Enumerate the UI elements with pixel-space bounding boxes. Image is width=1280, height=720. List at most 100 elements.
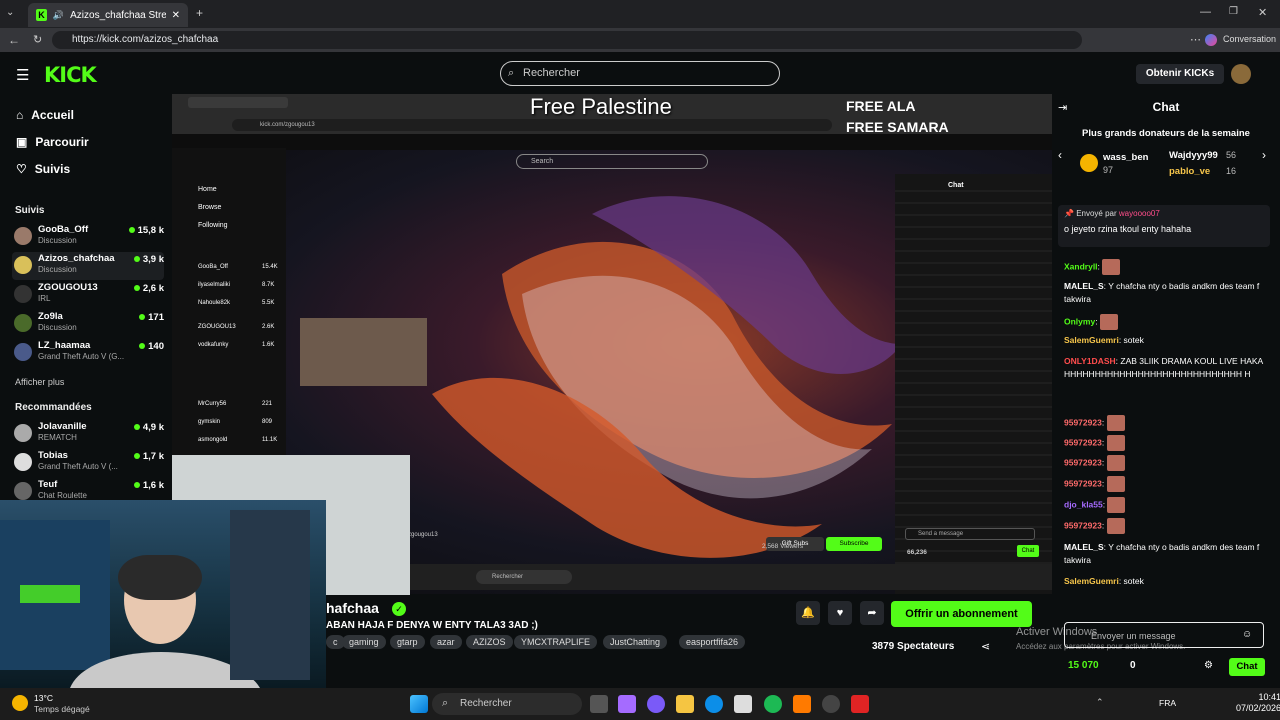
share-icon[interactable]: ⋖: [981, 640, 990, 653]
hamburger-menu-icon[interactable]: ☰: [16, 66, 29, 84]
search-input[interactable]: Rechercher: [500, 61, 780, 86]
get-kicks-button[interactable]: Obtenir KICKs: [1136, 64, 1224, 84]
windows-start-icon[interactable]: [410, 695, 428, 713]
chat-username[interactable]: MALEL_S: [1064, 281, 1104, 291]
following-item-active[interactable]: Azizos_chafchaa Discussion 3,9 k: [12, 252, 164, 280]
chat-message: MALEL_S: Y chafcha nty o badis andkm des…: [1064, 280, 1264, 306]
conversation-label[interactable]: Conversation: [1223, 34, 1276, 44]
tag[interactable]: AZIZOS: [466, 635, 513, 649]
copilot-icon[interactable]: [1205, 34, 1217, 46]
inner-subscribe: Subscribe: [826, 537, 882, 551]
more-icon[interactable]: ⋯: [1190, 33, 1201, 46]
chevron-right-icon[interactable]: ›: [1262, 148, 1266, 162]
show-more-link[interactable]: Afficher plus: [15, 377, 64, 387]
following-item[interactable]: Zo9la Discussion 171: [12, 310, 164, 338]
edge-icon[interactable]: [705, 695, 723, 713]
send-chat-button[interactable]: Chat: [1229, 658, 1265, 676]
chat-username[interactable]: 95972923: [1064, 478, 1102, 488]
chat-username[interactable]: 95972923: [1064, 417, 1102, 427]
chat-username[interactable]: SalemGuemri: [1064, 335, 1119, 345]
weather-sun-icon[interactable]: [12, 695, 28, 711]
chat-username[interactable]: MALEL_S: [1064, 542, 1104, 552]
minimize-icon[interactable]: —: [1200, 6, 1211, 18]
tag[interactable]: gaming: [342, 635, 386, 649]
nav-browse[interactable]: ▣ Parcourir: [16, 135, 89, 149]
inner-streamer-cam: [300, 318, 427, 386]
avatar: [14, 453, 32, 471]
close-window-icon[interactable]: ✕: [1258, 6, 1267, 19]
following-item[interactable]: ZGOUGOU13 IRL 2,6 k: [12, 281, 164, 309]
following-item[interactable]: LZ_haamaa Grand Theft Auto V (G... 140: [12, 339, 164, 367]
recommended-item[interactable]: Tobias Grand Theft Auto V (... 1,7 k: [12, 449, 164, 477]
tag[interactable]: gtarp: [390, 635, 425, 649]
browser-tabbar: ⌄ K 🔊 Azizos_chafchaa Stream - Wa ✕ + — …: [0, 0, 1280, 28]
chat-username[interactable]: djo_kla55: [1064, 499, 1103, 509]
chat-username[interactable]: Xandryll: [1064, 261, 1098, 271]
emoji-icon[interactable]: ☺: [1242, 629, 1252, 640]
inner-tab: [188, 97, 288, 108]
obs-icon[interactable]: [822, 695, 840, 713]
chat-username[interactable]: 95972923: [1064, 457, 1102, 467]
settings-gear-icon[interactable]: ⚙: [1204, 660, 1213, 671]
store-icon[interactable]: [734, 695, 752, 713]
kick-logo[interactable]: KICK: [44, 63, 97, 87]
reload-icon[interactable]: ↻: [33, 33, 42, 46]
tag[interactable]: JustChatting: [603, 635, 668, 649]
webcam-scene: [0, 510, 310, 688]
discord-icon[interactable]: [647, 695, 665, 713]
browse-icon: ▣: [16, 135, 28, 149]
chat-username[interactable]: ONLY1DASH: [1064, 356, 1116, 366]
url-field[interactable]: https://kick.com/azizos_chafchaa: [52, 31, 1082, 49]
close-tab-icon[interactable]: ✕: [172, 10, 180, 21]
chevron-left-icon[interactable]: ‹: [1058, 148, 1062, 162]
following-item[interactable]: GooBa_Off Discussion 15,8 k: [12, 223, 164, 251]
chat-username[interactable]: 95972923: [1064, 520, 1102, 530]
notification-bell-icon[interactable]: 🔔: [796, 601, 820, 625]
tag[interactable]: easportfifa26: [679, 635, 746, 649]
copilot-taskbar-icon[interactable]: [618, 695, 636, 713]
bag-count: 0: [1130, 660, 1136, 671]
chat-message: Onlymy:: [1064, 314, 1264, 330]
nav-home[interactable]: ⌂ Accueil: [16, 108, 74, 122]
follow-heart-icon[interactable]: ♥: [828, 601, 852, 625]
clip-icon[interactable]: ➦: [860, 601, 884, 625]
kicks-balance: 15 070: [1068, 660, 1099, 671]
language-indicator[interactable]: FRA: [1159, 698, 1176, 708]
channel-name[interactable]: hafchaa: [326, 600, 379, 616]
new-tab-icon[interactable]: +: [196, 6, 203, 20]
spotify-icon[interactable]: [764, 695, 782, 713]
inner-rec-count: 809: [262, 419, 273, 425]
chat-separator: :: [1101, 478, 1107, 489]
chat-title: Chat: [1152, 100, 1180, 114]
donor-name: pablo_ve: [1169, 166, 1211, 177]
chat-username[interactable]: 95972923: [1064, 437, 1102, 447]
user-avatar[interactable]: [1231, 64, 1251, 84]
pinned-message[interactable]: 📌 Envoyé par wayoooo07 o jeyeto rzina tk…: [1058, 205, 1270, 247]
tab-list-icon[interactable]: ⌄: [6, 7, 14, 18]
nav-following[interactable]: ♡ Suivis: [16, 162, 70, 176]
chat-username[interactable]: SalemGuemri: [1064, 576, 1119, 586]
chat-message: ONLY1DASH: ZAB 3LIIK DRAMA KOUL LIVE HAK…: [1064, 355, 1264, 381]
task-view-icon[interactable]: [590, 695, 608, 713]
tag[interactable]: YMCXTRAPLIFE: [514, 635, 598, 649]
taskbar-search[interactable]: Rechercher: [432, 693, 582, 715]
tray-chevron-icon[interactable]: ⌃: [1096, 697, 1104, 708]
chat-message: 95972923:: [1064, 476, 1264, 492]
recommended-item[interactable]: Jolavanille REMATCH 4,9 k: [12, 420, 164, 448]
tag[interactable]: azar: [430, 635, 462, 649]
avatar: [14, 227, 32, 245]
browser-tab[interactable]: K 🔊 Azizos_chafchaa Stream - Wa ✕: [28, 3, 188, 27]
maximize-icon[interactable]: ❐: [1229, 6, 1238, 17]
chat-username[interactable]: Onlymy: [1064, 316, 1095, 326]
subscribe-button[interactable]: Offrir un abonnement: [891, 601, 1032, 627]
file-explorer-icon[interactable]: [676, 695, 694, 713]
vlc-icon[interactable]: [793, 695, 811, 713]
inner-chat: Send a message 66,236 Chat: [895, 174, 1052, 594]
red-app-icon[interactable]: [851, 695, 869, 713]
chat-emote: [1106, 415, 1125, 431]
back-icon[interactable]: ←: [8, 33, 20, 47]
avatar: [14, 285, 32, 303]
clock[interactable]: 10:41 07/02/2026: [1236, 692, 1280, 714]
inner-rec-name: asmongold: [198, 437, 228, 443]
inner-viewers: 2,568 Viewers: [762, 543, 804, 550]
